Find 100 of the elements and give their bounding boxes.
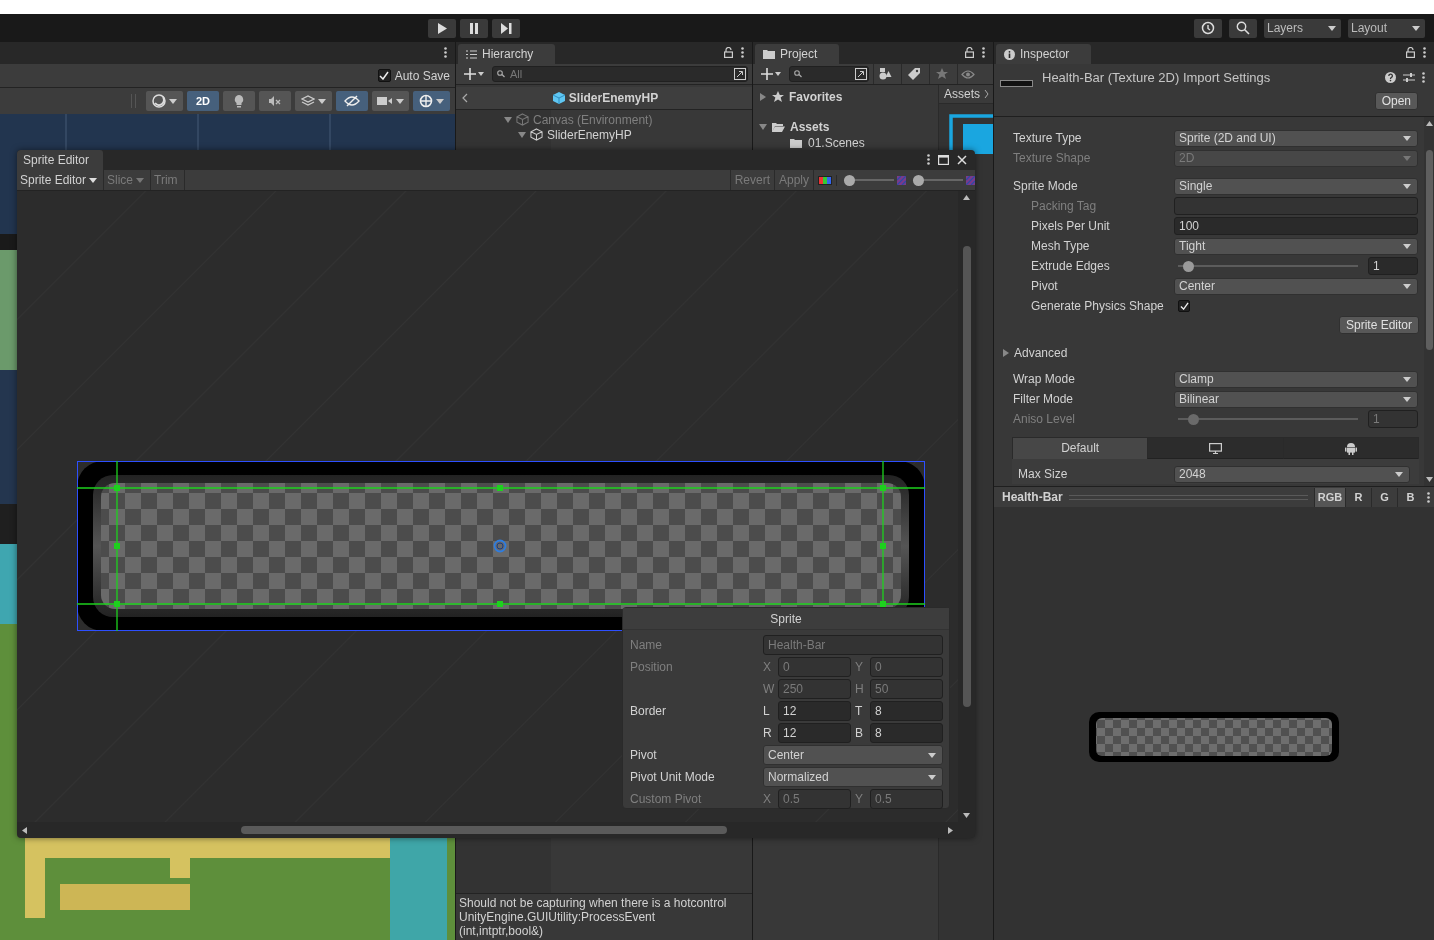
scroll-left-icon[interactable] bbox=[22, 826, 27, 834]
font-asset-icon[interactable] bbox=[949, 114, 993, 154]
expand-icon[interactable] bbox=[855, 68, 867, 80]
number-field[interactable]: 8 bbox=[870, 723, 943, 743]
scrollbar-thumb[interactable] bbox=[241, 826, 727, 834]
caret-icon bbox=[89, 177, 98, 183]
sprite-editor-button[interactable]: Sprite Editor bbox=[1338, 316, 1419, 334]
checkbox[interactable] bbox=[1178, 300, 1190, 312]
sprite-editor-tab[interactable]: Sprite Editor bbox=[17, 150, 104, 170]
plus-icon bbox=[761, 68, 781, 80]
layers-dropdown[interactable]: Layers bbox=[1264, 18, 1341, 38]
collapsed-arrow-icon[interactable] bbox=[759, 93, 767, 101]
dropdown[interactable]: Bilinear bbox=[1174, 390, 1418, 408]
settings-icon[interactable] bbox=[1403, 71, 1415, 83]
gizmos-toggle[interactable] bbox=[413, 91, 450, 111]
menu-icon[interactable] bbox=[1422, 71, 1425, 83]
play-button[interactable] bbox=[428, 19, 456, 38]
menu-icon[interactable] bbox=[982, 47, 985, 58]
dropdown[interactable]: Normalized bbox=[763, 767, 943, 787]
project-tab[interactable]: Project bbox=[755, 44, 840, 64]
close-icon[interactable] bbox=[957, 155, 967, 165]
dropdown[interactable]: Sprite (2D and UI) bbox=[1174, 129, 1418, 147]
android-tab[interactable] bbox=[1282, 438, 1418, 459]
history-button[interactable] bbox=[1194, 18, 1222, 38]
scrollbar-thumb[interactable] bbox=[962, 246, 971, 707]
project-item[interactable]: Favorites bbox=[789, 90, 843, 104]
step-button[interactable] bbox=[492, 19, 520, 38]
number-field[interactable]: 8 bbox=[870, 701, 943, 721]
search-field[interactable] bbox=[789, 66, 869, 82]
checkbox[interactable] bbox=[377, 69, 391, 82]
scroll-up-icon[interactable] bbox=[963, 195, 970, 200]
search-icon bbox=[794, 70, 804, 78]
mode-dropdown[interactable]: Sprite Editor bbox=[17, 170, 105, 190]
caret-icon bbox=[1395, 471, 1403, 477]
slider-thumb[interactable] bbox=[1183, 260, 1195, 272]
number-field[interactable]: 12 bbox=[778, 723, 851, 743]
scroll-right-icon[interactable] bbox=[948, 826, 953, 834]
expand-icon[interactable] bbox=[734, 68, 746, 80]
mute-icon bbox=[268, 95, 282, 107]
field-label: Border bbox=[630, 703, 668, 720]
search-button[interactable] bbox=[1229, 18, 1257, 38]
sphere-icon bbox=[152, 94, 166, 108]
expanded-arrow-icon[interactable] bbox=[759, 123, 767, 131]
menu-icon[interactable] bbox=[444, 47, 447, 58]
project-item[interactable]: Assets bbox=[790, 120, 830, 134]
dropdown[interactable]: Center bbox=[763, 745, 943, 765]
channel-toggle[interactable]: RGB bbox=[1314, 487, 1345, 507]
default-tab[interactable]: Default bbox=[1013, 438, 1148, 459]
dropdown[interactable]: Single bbox=[1174, 177, 1418, 195]
help-icon[interactable] bbox=[1385, 71, 1396, 83]
hierarchy-tab[interactable]: Hierarchy bbox=[458, 44, 556, 64]
lock-icon[interactable] bbox=[724, 47, 733, 58]
pause-button[interactable] bbox=[460, 19, 488, 38]
console-message: Should not be capturing when there is a hotcontrol UnityEngine.GUIUtility:ProcessEvent (int,intptr,bool&) bbox=[456, 893, 752, 940]
lock-icon[interactable] bbox=[1406, 47, 1415, 58]
field-label: Custom Pivot bbox=[630, 791, 703, 808]
2d-toggle[interactable]: 2D bbox=[187, 91, 219, 111]
input-field[interactable]: 100 bbox=[1174, 217, 1418, 235]
back-icon[interactable] bbox=[462, 93, 468, 103]
menu-icon[interactable] bbox=[1427, 491, 1430, 503]
project-item[interactable]: 01.Scenes bbox=[808, 136, 865, 150]
shapes-icon bbox=[879, 68, 892, 80]
cube-icon bbox=[530, 128, 543, 141]
visibility-button[interactable] bbox=[957, 64, 977, 84]
gizmo-icon bbox=[419, 94, 433, 108]
lighting-toggle[interactable] bbox=[223, 91, 255, 111]
menu-icon[interactable] bbox=[741, 47, 744, 58]
scrollbar-thumb[interactable] bbox=[1425, 150, 1433, 350]
camera-toggle[interactable] bbox=[372, 91, 409, 111]
scroll-down-icon[interactable] bbox=[963, 813, 970, 818]
menu-icon[interactable] bbox=[927, 154, 930, 165]
rgb-icon bbox=[818, 175, 832, 185]
effects-toggle[interactable] bbox=[295, 91, 332, 111]
slider-thumb[interactable] bbox=[913, 174, 924, 186]
list-icon bbox=[466, 49, 477, 59]
number-field[interactable]: 1 bbox=[1368, 257, 1418, 275]
visibility-toggle[interactable] bbox=[336, 91, 368, 111]
open-button[interactable]: Open bbox=[1374, 92, 1418, 110]
audio-toggle[interactable] bbox=[259, 91, 291, 111]
dropdown[interactable]: Center bbox=[1174, 277, 1418, 295]
panel-title: Sprite bbox=[770, 611, 802, 626]
number-field[interactable]: 12 bbox=[778, 701, 851, 721]
sprite-border-drawing[interactable] bbox=[77, 461, 925, 631]
layout-dropdown[interactable]: Layout bbox=[1348, 18, 1425, 38]
scroll-down-icon[interactable] bbox=[1425, 477, 1433, 482]
collapsed-arrow-icon[interactable] bbox=[1002, 349, 1010, 357]
scroll-up-icon[interactable] bbox=[1425, 121, 1433, 126]
pivot-handle[interactable] bbox=[493, 539, 507, 553]
foldout-label[interactable]: Advanced bbox=[1014, 346, 1068, 360]
dropdown[interactable]: 2048 bbox=[1174, 465, 1410, 483]
lock-icon[interactable] bbox=[965, 47, 974, 58]
field-label: Name bbox=[630, 637, 663, 654]
menu-icon[interactable] bbox=[1423, 47, 1426, 58]
dropdown[interactable]: Clamp bbox=[1174, 370, 1418, 388]
dropdown[interactable]: Tight bbox=[1174, 237, 1418, 255]
search-field[interactable]: All bbox=[492, 66, 748, 82]
maximize-icon[interactable] bbox=[938, 155, 949, 165]
slider-thumb[interactable] bbox=[844, 174, 855, 186]
shading-toggle[interactable] bbox=[146, 91, 183, 111]
inspector-tab[interactable]: Inspector bbox=[996, 44, 1092, 64]
